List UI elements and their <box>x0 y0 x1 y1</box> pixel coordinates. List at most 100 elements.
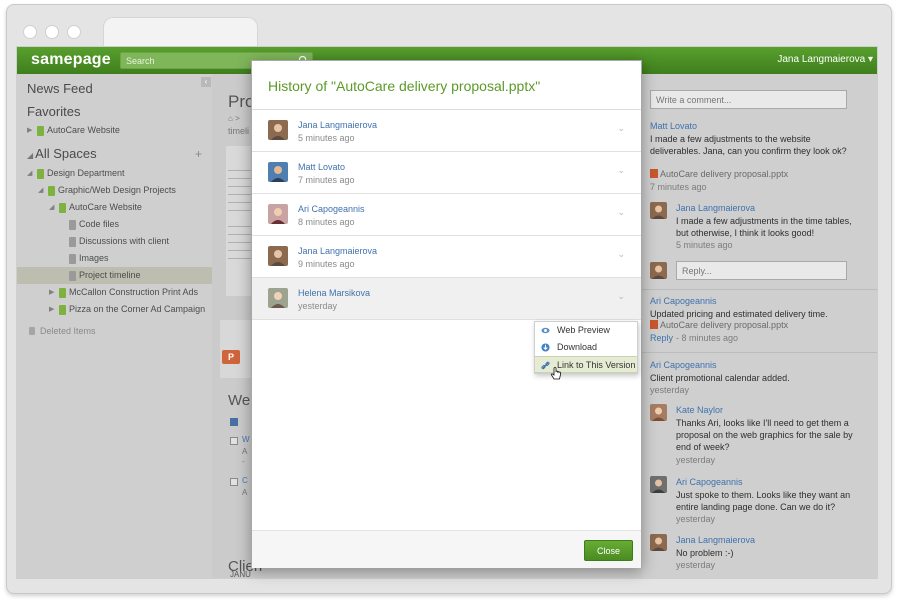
deleted-items-link[interactable]: Deleted Items <box>17 323 212 340</box>
folder-icon <box>48 186 55 196</box>
menu-item-label: Download <box>557 342 598 352</box>
tree-item-autocare-website[interactable]: ◢ AutoCare Website <box>17 199 212 216</box>
all-spaces-label: All Spaces <box>35 146 97 161</box>
tree-item-mccallon[interactable]: ▶ McCallon Construction Print Ads <box>17 284 212 301</box>
tree-item-discussions[interactable]: Discussions with client <box>17 233 212 250</box>
version-author[interactable]: Ari Capogeannis <box>298 204 365 214</box>
dialog-title: History of "AutoCare delivery proposal.p… <box>268 78 541 94</box>
task-detail: A <box>242 447 248 456</box>
version-row[interactable]: Matt Lovato 7 minutes ago ⌄ <box>252 152 641 194</box>
comments-panel: Write a comment... Matt Lovato I made a … <box>642 74 877 578</box>
expand-arrow-icon[interactable]: ▶ <box>49 284 54 301</box>
version-author[interactable]: Jana Langmaierova <box>298 246 377 256</box>
chevron-down-icon[interactable]: ⌄ <box>617 165 625 176</box>
avatar <box>268 120 288 140</box>
comment-text: I made a few adjustments in the time tab… <box>676 216 852 238</box>
tree-item-label: McCallon Construction Print Ads <box>69 287 199 297</box>
menu-item-web-preview[interactable]: Web Preview <box>535 322 637 339</box>
comment-text: No problem :-) <box>676 548 734 558</box>
app-logo[interactable]: samepage <box>31 51 111 69</box>
task-label[interactable]: W <box>242 435 250 444</box>
task-label[interactable]: C <box>242 476 248 485</box>
tree-item-pizza[interactable]: ▶ Pizza on the Corner Ad Campaign <box>17 301 212 318</box>
comment-author[interactable]: Matt Lovato <box>650 121 697 131</box>
breadcrumb: ⌂ > <box>228 114 240 123</box>
avatar <box>268 246 288 266</box>
collapse-arrow-icon[interactable]: ◢ <box>27 165 32 182</box>
page-icon <box>69 237 76 247</box>
task-checkbox[interactable] <box>230 437 238 445</box>
comment-file[interactable]: AutoCare delivery proposal.pptx <box>650 169 788 179</box>
version-author[interactable]: Matt Lovato <box>298 162 345 172</box>
avatar <box>268 204 288 224</box>
tree-item-images[interactable]: Images <box>17 250 212 267</box>
comment-author[interactable]: Jana Langmaierova <box>676 535 755 545</box>
page-icon <box>69 254 76 264</box>
divider <box>642 352 877 353</box>
chevron-down-icon[interactable]: ⌄ <box>617 207 625 218</box>
version-row[interactable]: Jana Langmaierova 9 minutes ago ⌄ <box>252 236 641 278</box>
user-menu[interactable]: Jana Langmaierova ▾ <box>777 54 873 65</box>
tree-item-design-department[interactable]: ◢ Design Department <box>17 165 212 182</box>
version-row[interactable]: Helena Marsikova yesterday ⌄ <box>252 278 641 320</box>
folder-icon <box>37 169 44 179</box>
favorite-item[interactable]: ▶ AutoCare Website <box>17 122 212 139</box>
comment-file[interactable]: AutoCare delivery proposal.pptx <box>650 320 788 330</box>
thumbnail-line <box>228 186 252 187</box>
menu-item-label: Link to This Version <box>557 360 636 370</box>
avatar <box>650 534 667 551</box>
version-time: 9 minutes ago <box>298 259 355 269</box>
collapse-arrow-icon: ◢ <box>27 151 34 160</box>
comment-author[interactable]: Kate Naylor <box>676 405 723 415</box>
comment-time: yesterday <box>676 455 716 465</box>
task-detail: - <box>242 457 245 466</box>
comment-input[interactable]: Write a comment... <box>650 90 847 109</box>
collapse-sidebar-icon[interactable]: ‹ <box>201 77 211 87</box>
collapse-arrow-icon[interactable]: ◢ <box>38 182 43 199</box>
expand-arrow-icon[interactable]: ▶ <box>49 301 54 318</box>
task-checkbox[interactable] <box>230 418 238 426</box>
window-dot-icon <box>67 25 81 39</box>
thumbnail-line <box>228 250 252 251</box>
tree-item-code-files[interactable]: Code files <box>17 216 212 233</box>
comment-time: yesterday <box>676 514 716 524</box>
window-dot-icon <box>23 25 37 39</box>
reply-link[interactable]: Reply <box>650 333 673 343</box>
expand-arrow-icon[interactable]: ▶ <box>27 122 32 139</box>
favorites-heading[interactable]: Favorites <box>27 104 80 119</box>
close-button[interactable]: Close <box>584 540 633 561</box>
version-row[interactable]: Jana Langmaierova 5 minutes ago ⌄ <box>252 110 641 152</box>
home-icon[interactable]: ⌂ <box>228 114 233 123</box>
tree-item-graphic-web-design[interactable]: ◢ Graphic/Web Design Projects <box>17 182 212 199</box>
collapse-arrow-icon[interactable]: ◢ <box>49 199 54 216</box>
add-space-button[interactable]: + <box>195 147 202 161</box>
comment-file-label: AutoCare delivery proposal.pptx <box>660 169 789 179</box>
comment-author[interactable]: Ari Capogeannis <box>650 296 717 306</box>
task-checkbox[interactable] <box>230 478 238 486</box>
comment-text: Client promotional calendar added. <box>650 373 790 383</box>
version-row[interactable]: Ari Capogeannis 8 minutes ago ⌄ <box>252 194 641 236</box>
comment-author[interactable]: Ari Capogeannis <box>676 477 743 487</box>
avatar <box>650 404 667 421</box>
comment-author[interactable]: Jana Langmaierova <box>676 203 755 213</box>
tree-item-label: AutoCare Website <box>69 202 142 212</box>
thumbnail-line <box>228 234 252 235</box>
comment-author[interactable]: Ari Capogeannis <box>650 360 717 370</box>
news-feed-link[interactable]: News Feed <box>27 81 93 96</box>
menu-item-download[interactable]: Download <box>535 339 637 356</box>
file-attachment[interactable] <box>220 320 252 378</box>
chevron-down-icon[interactable]: ⌄ <box>617 291 625 302</box>
all-spaces-heading[interactable]: ◢ All Spaces <box>27 146 97 161</box>
thumbnail-line <box>228 202 252 203</box>
favorite-item-label: AutoCare Website <box>47 125 120 135</box>
tree-item-label: Graphic/Web Design Projects <box>58 185 176 195</box>
tree-item-project-timeline[interactable]: Project timeline <box>17 267 212 284</box>
version-author[interactable]: Jana Langmaierova <box>298 120 377 130</box>
chevron-down-icon[interactable]: ⌄ <box>617 123 625 134</box>
version-author[interactable]: Helena Marsikova <box>298 288 370 298</box>
reply-input[interactable]: Reply... <box>676 261 847 280</box>
thumbnail-line <box>228 242 252 243</box>
comment-text: Thanks Ari, looks like I'll need to get … <box>676 418 853 452</box>
version-time: yesterday <box>298 301 338 311</box>
chevron-down-icon[interactable]: ⌄ <box>617 249 625 260</box>
